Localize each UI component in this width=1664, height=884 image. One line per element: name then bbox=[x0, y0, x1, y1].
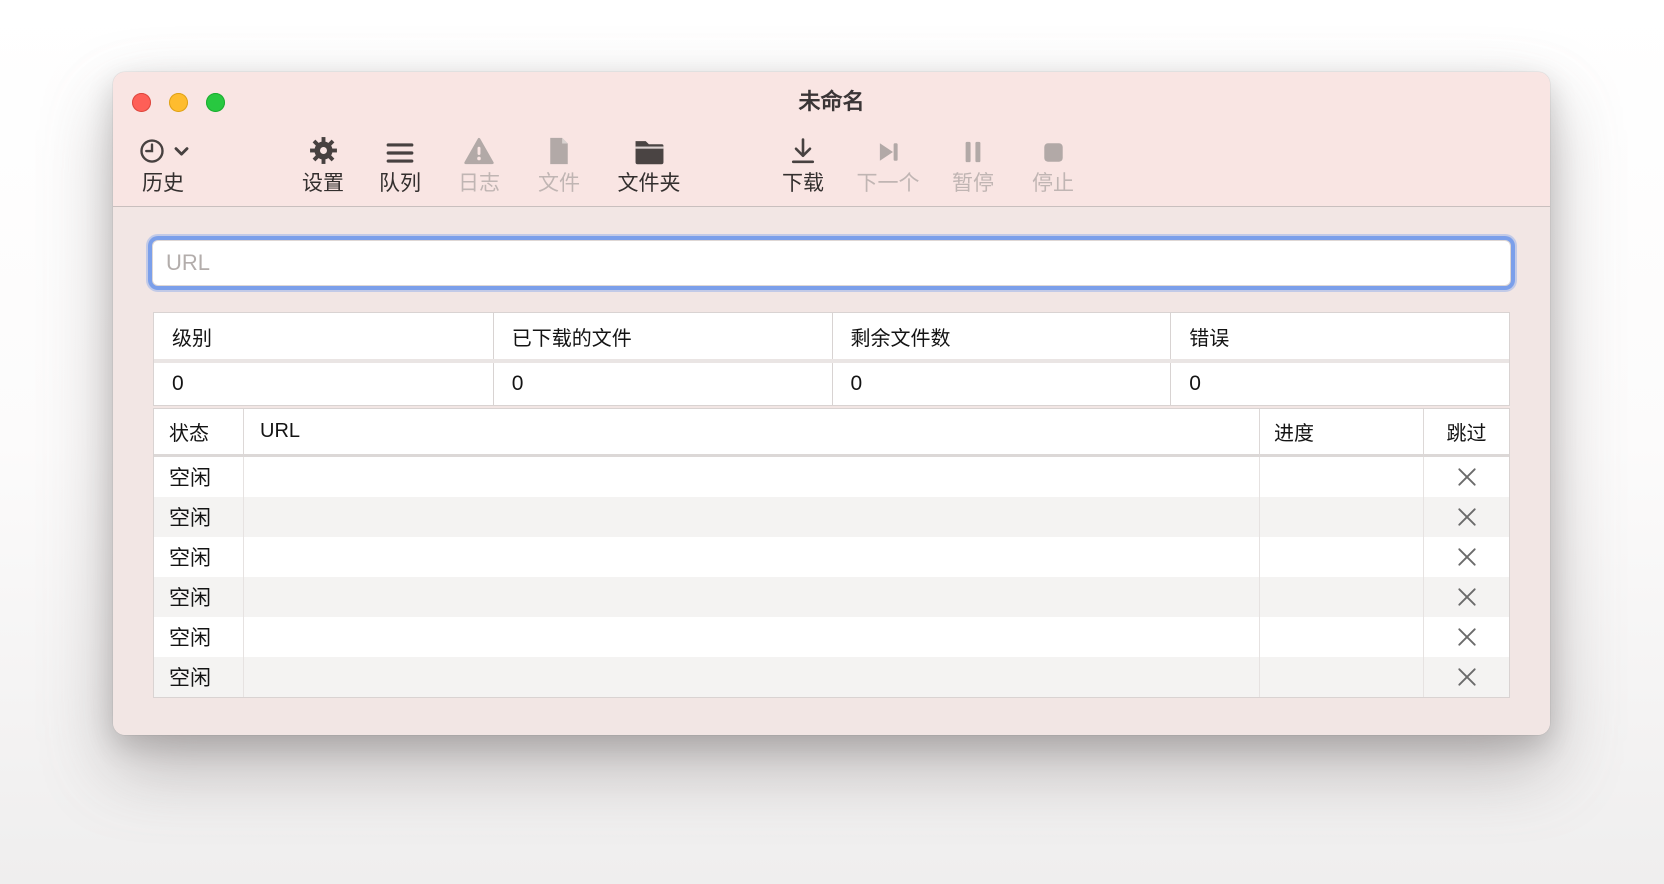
queue-row: 空闲 bbox=[154, 457, 1509, 497]
window-title: 未命名 bbox=[113, 72, 1550, 128]
toolbar-button-file[interactable]: 文件 bbox=[509, 132, 609, 194]
toolbar-label-log-queue: 队列 bbox=[379, 173, 421, 194]
skip-x-icon bbox=[1456, 666, 1478, 688]
toolbar-button-folder[interactable]: 文件夹 bbox=[599, 132, 699, 194]
queue-row: 空闲 bbox=[154, 617, 1509, 657]
clock-icon bbox=[137, 132, 189, 166]
skip-button[interactable] bbox=[1456, 626, 1478, 648]
stats-value-downloaded: 0 bbox=[493, 363, 832, 405]
queue-row-progress bbox=[1259, 537, 1423, 577]
queue-row-status: 空闲 bbox=[154, 617, 243, 657]
queue-row-status: 空闲 bbox=[154, 497, 243, 537]
queue-row: 空闲 bbox=[154, 577, 1509, 617]
toolbar: 历史 bbox=[113, 128, 1550, 207]
titlebar: 未命名 bbox=[113, 72, 1550, 128]
skip-button[interactable] bbox=[1456, 546, 1478, 568]
queue-row-progress bbox=[1259, 617, 1423, 657]
queue-row-status: 空闲 bbox=[154, 537, 243, 577]
desktop-background: 未命名 历史 bbox=[0, 0, 1664, 884]
skip-button[interactable] bbox=[1456, 466, 1478, 488]
queue-row: 空闲 bbox=[154, 497, 1509, 537]
queue-row-progress bbox=[1259, 657, 1423, 697]
download-icon bbox=[788, 132, 818, 166]
skip-button[interactable] bbox=[1456, 666, 1478, 688]
toolbar-label-file2: 文件 bbox=[538, 173, 580, 194]
queue-row: 空闲 bbox=[154, 657, 1509, 697]
queue-row-progress bbox=[1259, 457, 1423, 497]
queue-header-status: 状态 bbox=[154, 409, 243, 454]
gear-icon bbox=[308, 132, 339, 166]
stats-header-downloaded: 已下载的文件 bbox=[493, 313, 832, 359]
queue-row-url bbox=[243, 577, 1259, 617]
skip-x-icon bbox=[1456, 506, 1478, 528]
stats-values-row: 0 0 0 0 bbox=[154, 363, 1509, 405]
toolbar-label-download: 下载 bbox=[782, 173, 824, 194]
stats-header-remaining: 剩余文件数 bbox=[832, 313, 1171, 359]
skip-next-icon bbox=[873, 132, 903, 166]
stats-value-errors: 0 bbox=[1170, 363, 1509, 405]
queue-row-status: 空闲 bbox=[154, 657, 243, 697]
toolbar-label-file: 日志 bbox=[458, 173, 500, 194]
toolbar-label-next: 下一个 bbox=[857, 173, 920, 194]
queue-header-progress: 进度 bbox=[1259, 409, 1423, 454]
window-chrome: 未命名 历史 bbox=[113, 72, 1550, 207]
toolbar-label-history: 历史 bbox=[142, 173, 184, 194]
queue-row-progress bbox=[1259, 577, 1423, 617]
queue-rows: 空闲 空闲 空闲 bbox=[154, 457, 1509, 697]
url-input[interactable] bbox=[153, 241, 1510, 285]
skip-x-icon bbox=[1456, 586, 1478, 608]
toolbar-label-folder: 文件夹 bbox=[618, 173, 681, 194]
queue-header-skip: 跳过 bbox=[1423, 409, 1509, 454]
app-window: 未命名 历史 bbox=[113, 72, 1550, 735]
chevron-down-icon bbox=[174, 146, 189, 158]
skip-x-icon bbox=[1456, 626, 1478, 648]
skip-x-icon bbox=[1456, 466, 1478, 488]
skip-x-icon bbox=[1456, 546, 1478, 568]
queue-row: 空闲 bbox=[154, 537, 1509, 577]
queue-header-row: 状态 URL 进度 跳过 bbox=[154, 409, 1509, 454]
stats-value-level: 0 bbox=[154, 363, 493, 405]
queue-row-url bbox=[243, 497, 1259, 537]
content-area: 级别 已下载的文件 剩余文件数 错误 0 0 0 0 状态 URL 进度 bbox=[113, 208, 1550, 735]
toolbar-button-history[interactable]: 历史 bbox=[113, 132, 213, 194]
queue-row-status: 空闲 bbox=[154, 577, 243, 617]
queue-lines-icon bbox=[385, 132, 415, 166]
queue-row-url bbox=[243, 457, 1259, 497]
skip-button[interactable] bbox=[1456, 586, 1478, 608]
stats-header-row: 级别 已下载的文件 剩余文件数 错误 bbox=[154, 313, 1509, 359]
file-icon bbox=[546, 132, 572, 166]
toolbar-label-pause: 暂停 bbox=[952, 173, 994, 194]
toolbar-label-settings: 设置 bbox=[302, 173, 344, 194]
pause-icon bbox=[960, 132, 986, 166]
queue-row-status: 空闲 bbox=[154, 457, 243, 497]
stop-icon bbox=[1040, 132, 1067, 166]
stats-header-level: 级别 bbox=[154, 313, 493, 359]
toolbar-label-stop: 停止 bbox=[1032, 173, 1074, 194]
toolbar-button-stop[interactable]: 停止 bbox=[1003, 132, 1103, 194]
warning-triangle-icon bbox=[463, 132, 495, 166]
stats-header-errors: 错误 bbox=[1170, 313, 1509, 359]
folder-icon bbox=[633, 132, 666, 166]
skip-button[interactable] bbox=[1456, 506, 1478, 528]
queue-header-url: URL bbox=[243, 409, 1259, 454]
queue-row-url bbox=[243, 657, 1259, 697]
queue-row-progress bbox=[1259, 497, 1423, 537]
queue-row-url bbox=[243, 617, 1259, 657]
stats-table: 级别 已下载的文件 剩余文件数 错误 0 0 0 0 bbox=[153, 312, 1510, 406]
queue-table: 状态 URL 进度 跳过 空闲 空闲 bbox=[153, 408, 1510, 698]
queue-row-url bbox=[243, 537, 1259, 577]
stats-value-remaining: 0 bbox=[832, 363, 1171, 405]
